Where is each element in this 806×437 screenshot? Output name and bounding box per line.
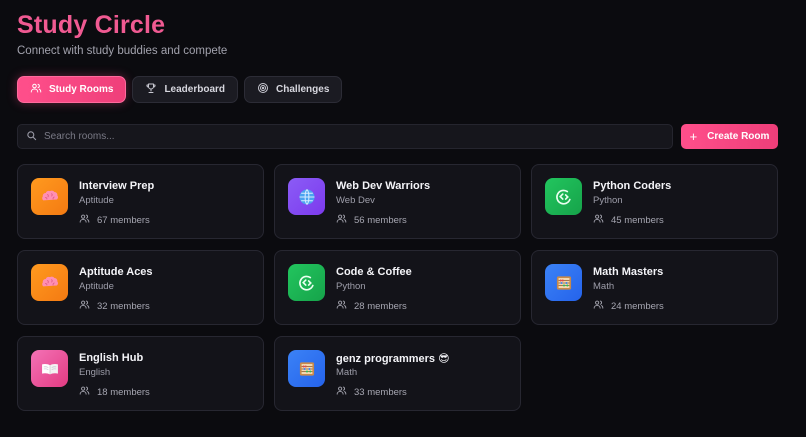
brain-icon xyxy=(31,264,68,301)
room-name: Python Coders xyxy=(593,180,672,192)
member-count-label: 45 members xyxy=(611,214,664,226)
tab-challenges[interactable]: Challenges xyxy=(244,76,343,103)
member-count: 33 members xyxy=(336,385,407,399)
book-icon xyxy=(31,350,68,387)
users-icon xyxy=(336,299,347,313)
search-icon xyxy=(26,128,37,146)
room-card-code-and-coffee[interactable]: Code & Coffee Python 28 members xyxy=(274,250,521,325)
member-count-label: 18 members xyxy=(97,386,150,398)
room-name: Aptitude Aces xyxy=(79,266,153,278)
users-icon xyxy=(336,213,347,227)
page-title: Study Circle xyxy=(17,11,166,39)
room-card-interview-prep[interactable]: Interview Prep Aptitude 67 members xyxy=(17,164,264,239)
search-bar xyxy=(17,124,673,149)
create-room-button[interactable]: + Create Room xyxy=(681,124,778,149)
search-input[interactable] xyxy=(44,131,672,142)
member-count-label: 24 members xyxy=(611,300,664,312)
member-count: 24 members xyxy=(593,299,664,313)
create-room-label: Create Room xyxy=(707,131,770,142)
room-category: Math xyxy=(336,367,358,378)
plus-icon: + xyxy=(689,129,698,144)
room-category: Web Dev xyxy=(336,195,375,206)
users-icon xyxy=(336,385,347,399)
member-count: 32 members xyxy=(79,299,150,313)
room-name: English Hub xyxy=(79,352,144,364)
room-category: Math xyxy=(593,281,615,292)
member-count: 18 members xyxy=(79,385,150,399)
users-icon xyxy=(593,213,604,227)
room-category: Python xyxy=(593,195,623,206)
room-card-math-masters[interactable]: Math Masters Math 24 members xyxy=(531,250,778,325)
room-category: Aptitude xyxy=(79,195,114,206)
trophy-icon xyxy=(145,82,157,97)
tab-study-rooms[interactable]: Study Rooms xyxy=(17,76,127,103)
target-icon xyxy=(257,82,269,97)
room-card-aptitude-aces[interactable]: Aptitude Aces Aptitude 32 members xyxy=(17,250,264,325)
users-icon xyxy=(30,82,42,97)
member-count: 28 members xyxy=(336,299,407,313)
room-card-python-coders[interactable]: Python Coders Python 45 members xyxy=(531,164,778,239)
abacus-icon xyxy=(545,264,582,301)
room-category: Python xyxy=(336,281,366,292)
abacus-icon xyxy=(288,350,325,387)
member-count-label: 56 members xyxy=(354,214,407,226)
room-category: Aptitude xyxy=(79,281,114,292)
room-name: Web Dev Warriors xyxy=(336,180,431,192)
code-icon xyxy=(288,264,325,301)
users-icon xyxy=(79,213,90,227)
users-icon xyxy=(593,299,604,313)
tab-bar: Study Rooms Leaderboard Challenges xyxy=(17,76,343,103)
member-count-label: 67 members xyxy=(97,214,150,226)
room-name: Math Masters xyxy=(593,266,664,278)
globe-icon xyxy=(288,178,325,215)
tab-label: Study Rooms xyxy=(49,84,114,95)
room-card-web-dev-warriors[interactable]: Web Dev Warriors Web Dev 56 members xyxy=(274,164,521,239)
member-count-label: 33 members xyxy=(354,386,407,398)
room-name: genz programmers 😎 xyxy=(336,353,450,365)
users-icon xyxy=(79,299,90,313)
room-name: Code & Coffee xyxy=(336,266,412,278)
page-subtitle: Connect with study buddies and compete xyxy=(17,45,228,57)
brain-icon xyxy=(31,178,68,215)
member-count-label: 28 members xyxy=(354,300,407,312)
member-count-label: 32 members xyxy=(97,300,150,312)
tab-label: Challenges xyxy=(276,84,330,95)
member-count: 56 members xyxy=(336,213,407,227)
users-icon xyxy=(79,385,90,399)
room-card-genz-programmers[interactable]: genz programmers 😎 Math 33 members xyxy=(274,336,521,411)
code-icon xyxy=(545,178,582,215)
member-count: 45 members xyxy=(593,213,664,227)
tab-label: Leaderboard xyxy=(164,84,226,95)
member-count: 67 members xyxy=(79,213,150,227)
tab-leaderboard[interactable]: Leaderboard xyxy=(132,76,239,103)
room-category: English xyxy=(79,367,111,378)
room-grid: Interview Prep Aptitude 67 members Web D… xyxy=(17,164,778,411)
room-card-english-hub[interactable]: English Hub English 18 members xyxy=(17,336,264,411)
room-name: Interview Prep xyxy=(79,180,155,192)
